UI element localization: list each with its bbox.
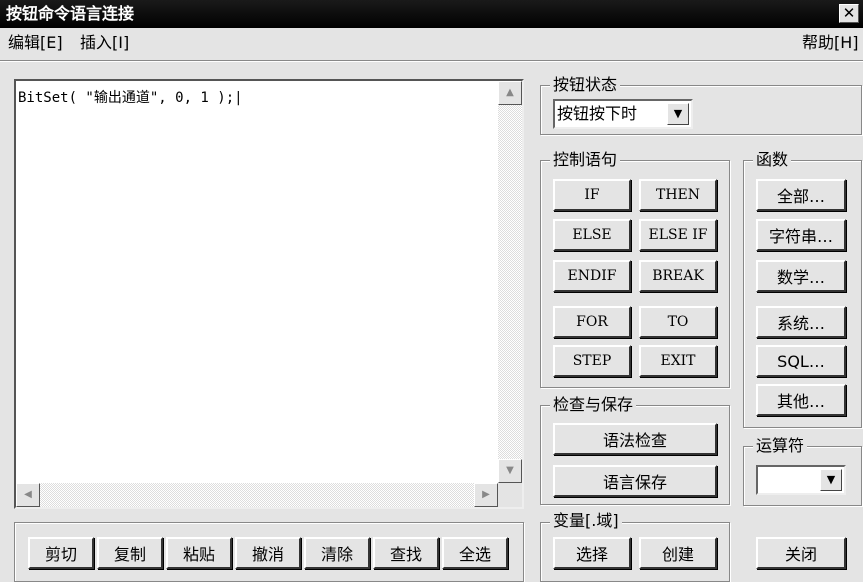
scroll-up-button[interactable]: ▲ bbox=[498, 81, 522, 105]
menu-edit[interactable]: 编辑[E] bbox=[8, 28, 63, 58]
chevron-down-icon[interactable]: ▼ bbox=[820, 469, 842, 491]
control-button-endif[interactable]: ENDIF bbox=[553, 260, 631, 292]
scroll-down-button[interactable]: ▼ bbox=[498, 459, 522, 483]
control-button-to[interactable]: TO bbox=[639, 306, 717, 338]
functions-label: 函数 bbox=[753, 151, 792, 169]
arrow-down-icon: ▼ bbox=[506, 465, 514, 476]
control-button-step[interactable]: STEP bbox=[553, 345, 631, 377]
find-button[interactable]: 查找 bbox=[373, 537, 439, 569]
close-icon: ✕ bbox=[842, 4, 856, 22]
control-statements-label: 控制语句 bbox=[550, 151, 621, 169]
button-state-value: 按钮按下时 bbox=[557, 104, 638, 123]
scroll-right-button[interactable]: ▶ bbox=[474, 483, 498, 507]
select-all-button[interactable]: 全选 bbox=[442, 537, 508, 569]
menu-help[interactable]: 帮助[H] bbox=[802, 28, 859, 58]
variable-label: 变量[.域] bbox=[550, 512, 622, 530]
control-button-if[interactable]: IF bbox=[553, 179, 631, 211]
variable-select-button[interactable]: 选择 bbox=[553, 537, 631, 569]
scroll-left-button[interactable]: ◀ bbox=[16, 483, 40, 507]
script-editor[interactable]: BitSet( "输出通道", 0, 1 );| ▲ ▼ ◀ ▶ bbox=[14, 79, 524, 509]
function-button-math[interactable]: 数学… bbox=[756, 260, 846, 292]
function-button-string[interactable]: 字符串… bbox=[756, 219, 846, 251]
window-title: 按钮命令语言连接 bbox=[6, 4, 135, 23]
arrow-up-icon: ▲ bbox=[506, 87, 514, 98]
close-button[interactable]: 关闭 bbox=[756, 537, 846, 569]
control-button-exit[interactable]: EXIT bbox=[639, 345, 717, 377]
paste-button[interactable]: 粘贴 bbox=[166, 537, 232, 569]
undo-button[interactable]: 撤消 bbox=[235, 537, 301, 569]
arrow-left-icon: ◀ bbox=[24, 489, 32, 500]
cut-button[interactable]: 剪切 bbox=[28, 537, 94, 569]
menu-bar: 编辑[E] 插入[I] 帮助[H] bbox=[0, 28, 863, 58]
close-window-button[interactable]: ✕ bbox=[839, 4, 859, 23]
operator-label: 运算符 bbox=[753, 437, 808, 455]
control-button-break[interactable]: BREAK bbox=[639, 260, 717, 292]
menu-separator bbox=[0, 60, 863, 62]
function-button-system[interactable]: 系统… bbox=[756, 306, 846, 338]
check-save-label: 检查与保存 bbox=[550, 396, 637, 414]
function-button-other[interactable]: 其他… bbox=[756, 384, 846, 416]
chevron-down-icon[interactable]: ▼ bbox=[667, 103, 689, 125]
function-button-all[interactable]: 全部… bbox=[756, 179, 846, 211]
control-button-then[interactable]: THEN bbox=[639, 179, 717, 211]
control-button-else-if[interactable]: ELSE IF bbox=[639, 219, 717, 251]
syntax-check-button[interactable]: 语法检查 bbox=[553, 423, 717, 455]
clear-button[interactable]: 清除 bbox=[304, 537, 370, 569]
function-button-sql[interactable]: SQL… bbox=[756, 345, 846, 377]
save-script-button[interactable]: 语言保存 bbox=[553, 465, 717, 497]
scroll-corner bbox=[498, 483, 522, 507]
button-state-select[interactable]: 按钮按下时 ▼ bbox=[553, 99, 693, 129]
control-button-else[interactable]: ELSE bbox=[553, 219, 631, 251]
operator-select[interactable]: ▼ bbox=[756, 465, 846, 495]
copy-button[interactable]: 复制 bbox=[97, 537, 163, 569]
menu-insert[interactable]: 插入[I] bbox=[80, 28, 129, 58]
script-text[interactable]: BitSet( "输出通道", 0, 1 );| bbox=[18, 87, 243, 107]
horizontal-scrollbar[interactable]: ◀ ▶ bbox=[16, 483, 498, 507]
button-state-label: 按钮状态 bbox=[550, 76, 621, 94]
control-button-for[interactable]: FOR bbox=[553, 306, 631, 338]
arrow-right-icon: ▶ bbox=[482, 489, 490, 500]
variable-create-button[interactable]: 创建 bbox=[639, 537, 717, 569]
title-bar: 按钮命令语言连接 bbox=[0, 0, 863, 28]
vertical-scrollbar[interactable]: ▲ ▼ bbox=[498, 81, 522, 483]
